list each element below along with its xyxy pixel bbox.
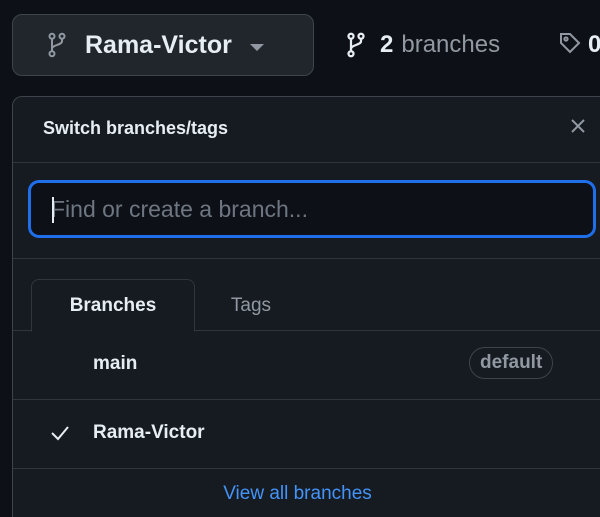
- tab-tags[interactable]: Tags: [199, 279, 303, 332]
- text-cursor: [52, 197, 54, 223]
- branch-item-rama-victor[interactable]: Rama-Victor: [13, 400, 600, 469]
- branches-count-link[interactable]: 2 branches: [346, 24, 500, 66]
- branch-search-input[interactable]: [29, 181, 595, 237]
- branch-name: main: [93, 353, 138, 374]
- branch-select-button[interactable]: Rama-Victor: [12, 14, 314, 76]
- tag-count: 0: [588, 31, 600, 58]
- git-branch-icon: [47, 32, 69, 58]
- tab-branches[interactable]: Branches: [31, 279, 195, 332]
- branch-item-main[interactable]: main default: [13, 331, 600, 400]
- dropdown-title: Switch branches/tags: [43, 118, 229, 138]
- dropdown-header: Switch branches/tags: [13, 97, 600, 163]
- check-icon: [49, 422, 71, 444]
- branch-count-label: branches: [401, 31, 501, 58]
- repo-toolbar: Rama-Victor 2 branches 0: [0, 0, 600, 92]
- close-icon[interactable]: [567, 115, 591, 139]
- current-branch-label: Rama-Victor: [85, 30, 232, 59]
- tags-count-link[interactable]: 0: [558, 28, 600, 62]
- chevron-down-icon: [249, 43, 264, 51]
- branch-search-area: [13, 163, 600, 259]
- dropdown-tabs: Branches Tags: [13, 259, 600, 332]
- tag-icon: [558, 31, 582, 60]
- branch-count: 2: [380, 31, 394, 58]
- view-all-branches-link[interactable]: View all branches: [13, 469, 600, 517]
- git-branch-icon: [346, 32, 368, 58]
- branch-name: Rama-Victor: [93, 422, 205, 443]
- branch-switcher-dropdown: Switch branches/tags Branches Tags main …: [12, 96, 600, 517]
- default-badge: default: [469, 347, 554, 379]
